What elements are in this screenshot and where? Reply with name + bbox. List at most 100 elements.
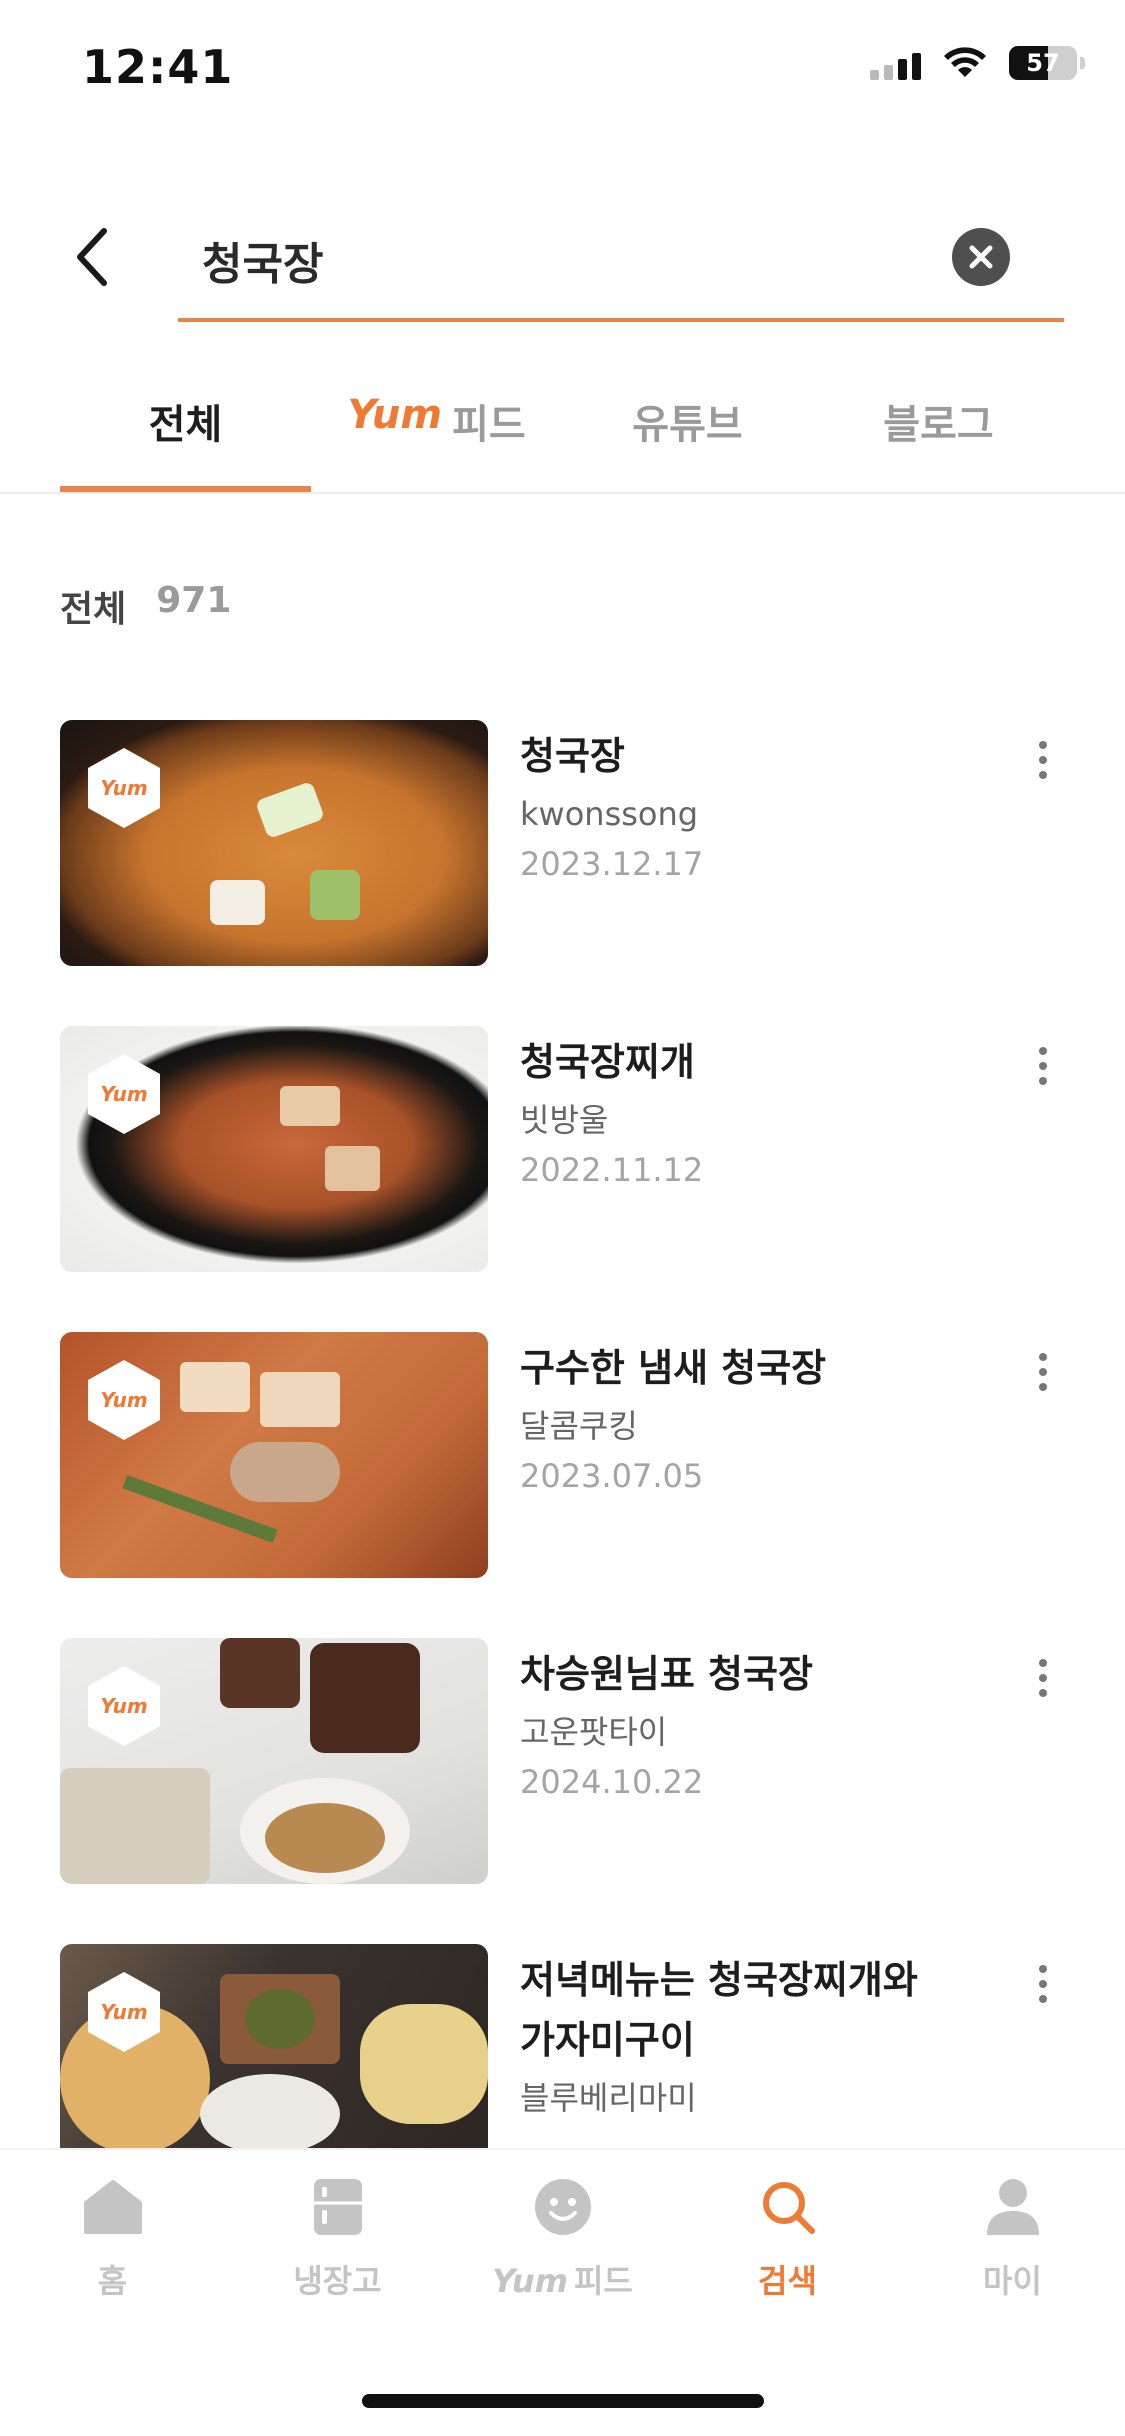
wifi-icon <box>944 47 986 77</box>
status-time: 12:41 <box>82 40 234 94</box>
recipe-info: 저녁메뉴는 청국장찌개와 가자미구이 블루베리마미 <box>520 1950 990 2120</box>
recipe-author: 고운팟타이 <box>520 1713 668 1751</box>
nav-yum-feed[interactable]: Yum 피드 <box>450 2172 675 2322</box>
tab-yum-feed[interactable]: Yum 피드 <box>311 360 562 492</box>
tabs-divider <box>0 492 1125 494</box>
nav-label: 마이 <box>983 2262 1042 2300</box>
recipe-author: 빗방울 <box>520 1101 609 1139</box>
recipe-title: 구수한 냄새 청국장 <box>520 1346 827 1390</box>
list-item[interactable]: Yum 청국장찌개 빗방울 2022.11.12 <box>60 1026 1065 1272</box>
food-detail <box>180 1362 250 1412</box>
food-detail <box>220 1638 300 1708</box>
clear-search-button[interactable] <box>952 228 1010 286</box>
status-icons: 57 <box>870 46 1085 80</box>
food-detail <box>280 1086 340 1126</box>
yum-badge-text: Yum <box>100 1694 148 1718</box>
close-icon <box>969 245 993 269</box>
result-tabs: 전체 Yum 피드 유튜브 블로그 <box>60 360 1065 492</box>
fridge-icon <box>303 2172 373 2242</box>
results-count-value: 971 <box>156 580 232 621</box>
recipe-info: 구수한 냄새 청국장 달콤쿠킹 2023.07.05 <box>520 1338 990 1498</box>
recipe-info: 청국장찌개 빗방울 2022.11.12 <box>520 1032 990 1192</box>
yum-badge-text: Yum <box>100 1082 148 1106</box>
food-detail <box>310 1643 420 1753</box>
food-detail <box>200 2074 340 2154</box>
recipe-title: 청국장 <box>520 734 625 778</box>
more-options-button[interactable] <box>1021 1342 1065 1402</box>
tab-all[interactable]: 전체 <box>60 360 311 492</box>
nav-home[interactable]: 홈 <box>0 2172 225 2322</box>
food-detail <box>260 1372 340 1427</box>
food-detail <box>60 1768 210 1884</box>
battery-icon: 57 <box>1009 46 1077 80</box>
more-options-button[interactable] <box>1021 1036 1065 1096</box>
back-button[interactable] <box>62 222 122 292</box>
status-bar: 12:41 57 <box>0 0 1125 140</box>
nav-label-text: 피드 <box>573 2262 633 2300</box>
results-count: 전체 971 <box>60 580 231 632</box>
food-detail <box>265 1803 385 1873</box>
yum-badge-text: Yum <box>100 2000 148 2024</box>
recipe-thumbnail[interactable]: Yum <box>60 720 488 966</box>
yum-badge: Yum <box>88 1360 160 1440</box>
yum-logo-text: Yum <box>347 392 443 438</box>
food-detail <box>360 2004 488 2124</box>
nav-label: Yum 피드 <box>492 2256 633 2302</box>
recipe-date: 2024.10.22 <box>520 1763 704 1801</box>
recipe-info: 청국장 kwonssong 2023.12.17 <box>520 726 990 886</box>
list-item[interactable]: Yum 청국장 kwonssong 2023.12.17 <box>60 720 1065 966</box>
recipe-thumbnail[interactable]: Yum <box>60 1026 488 1272</box>
results-count-label: 전체 <box>60 589 127 630</box>
more-options-button[interactable] <box>1021 1954 1065 2014</box>
tab-label: 유튜브 <box>632 402 743 448</box>
home-indicator[interactable] <box>362 2394 764 2408</box>
search-input[interactable]: 청국장 <box>178 200 1064 322</box>
recipe-date: 2023.12.17 <box>520 845 704 883</box>
tab-blog[interactable]: 블로그 <box>813 360 1064 492</box>
battery-indicator: 57 <box>1009 46 1085 80</box>
recipe-thumbnail[interactable]: Yum <box>60 1332 488 1578</box>
person-icon <box>978 2172 1048 2242</box>
list-item[interactable]: Yum 차승원님표 청국장 고운팟타이 2024.10.22 <box>60 1638 1065 1884</box>
recipe-date: 2023.07.05 <box>520 1457 704 1495</box>
chevron-left-icon <box>77 228 107 286</box>
yum-badge: Yum <box>88 1054 160 1134</box>
more-options-button[interactable] <box>1021 730 1065 790</box>
yum-badge: Yum <box>88 1666 160 1746</box>
recipe-author: 달콤쿠킹 <box>520 1407 638 1445</box>
recipe-info: 차승원님표 청국장 고운팟타이 2024.10.22 <box>520 1644 990 1804</box>
yum-logo-text: Yum <box>492 2262 568 2300</box>
yum-badge-text: Yum <box>100 1388 148 1412</box>
nav-search[interactable]: 검색 <box>675 2172 900 2322</box>
smile-icon <box>528 2172 598 2242</box>
list-item[interactable]: Yum 구수한 냄새 청국장 달콤쿠킹 2023.07.05 <box>60 1332 1065 1578</box>
food-detail <box>325 1146 380 1191</box>
food-detail <box>245 1989 315 2049</box>
search-results-screen: 12:41 57 청국장 전체 Yum 피드 유튜브 블로그 전체 971 Yu… <box>0 0 1125 2436</box>
food-detail <box>210 880 265 925</box>
nav-label: 홈 <box>97 2262 128 2300</box>
more-options-button[interactable] <box>1021 1648 1065 1708</box>
tab-label: 블로그 <box>883 402 994 448</box>
search-query[interactable]: 청국장 <box>202 228 323 292</box>
nav-fridge[interactable]: 냉장고 <box>225 2172 450 2322</box>
cellular-signal-icon <box>870 46 921 80</box>
tab-label: 피드 <box>452 402 526 448</box>
food-detail <box>230 1442 340 1502</box>
recipe-author: 블루베리마미 <box>520 2079 697 2117</box>
recipe-title: 차승원님표 청국장 <box>520 1652 813 1696</box>
battery-cap <box>1080 57 1085 69</box>
recipe-date: 2022.11.12 <box>520 1151 704 1189</box>
recipe-title: 저녁메뉴는 청국장찌개와 <box>520 1958 918 2002</box>
recipe-author: kwonssong <box>520 795 699 833</box>
recipe-thumbnail[interactable]: Yum <box>60 1638 488 1884</box>
battery-percent: 57 <box>1026 49 1060 77</box>
bottom-tab-bar: 홈 냉장고 Yum 피드 검색 마이 <box>0 2148 1125 2436</box>
search-icon <box>753 2172 823 2242</box>
nav-label: 검색 <box>758 2262 817 2300</box>
home-icon <box>78 2172 148 2242</box>
tab-youtube[interactable]: 유튜브 <box>562 360 813 492</box>
recipe-title: 청국장찌개 <box>520 1040 695 1084</box>
nav-my[interactable]: 마이 <box>900 2172 1125 2322</box>
yum-badge-text: Yum <box>100 776 148 800</box>
